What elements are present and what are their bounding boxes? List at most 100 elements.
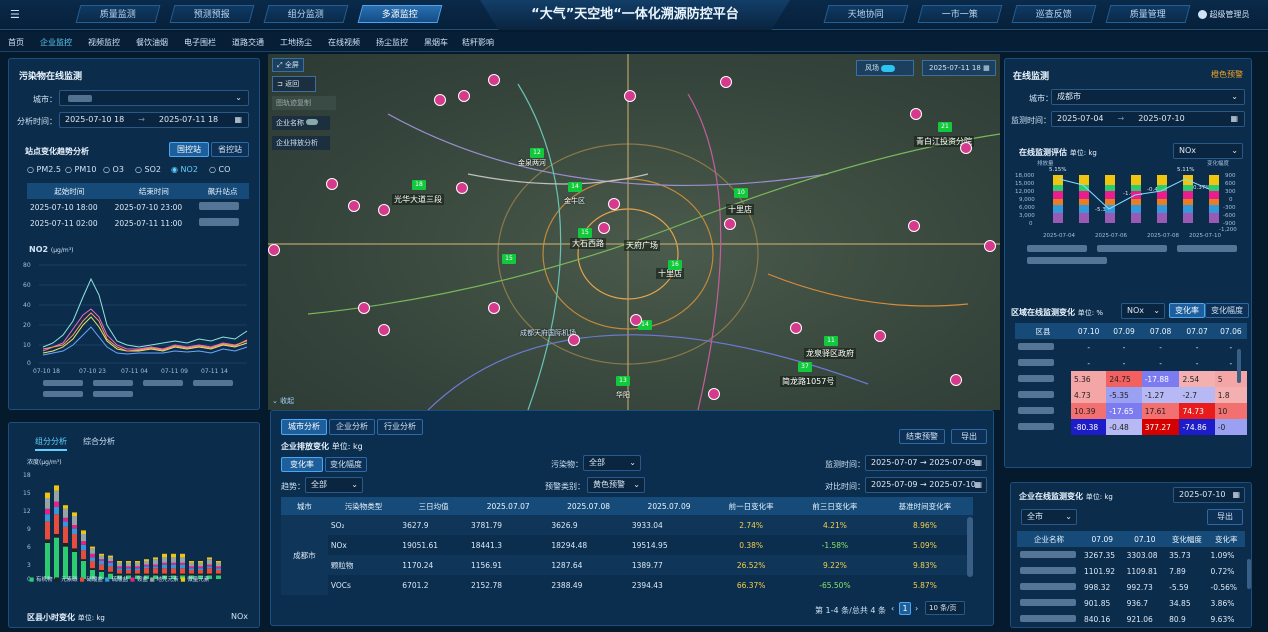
enterprise-date-picker[interactable]: 2025-07-10 ▦ <box>1173 487 1245 503</box>
right-city-select[interactable]: 成都市 ⌄ <box>1051 89 1245 105</box>
tab-province-station[interactable]: 省控站 <box>211 142 249 157</box>
region-tab-rate[interactable]: 变化率 <box>1169 303 1205 318</box>
enterprise-marker[interactable] <box>708 388 720 400</box>
enterprise-marker[interactable] <box>434 94 446 106</box>
tab-change-range[interactable]: 变化幅度 <box>325 457 367 472</box>
table-scrollbar[interactable] <box>967 517 973 577</box>
table-row[interactable]: 2025-07-11 02:00 2025-07-11 11:00 <box>27 215 249 231</box>
table-row[interactable]: ----- <box>1015 339 1247 355</box>
map-view[interactable]: ⤢ 全屏 ⊐ 返回 图轨迹复制 企业名称 企业排放分析 风场 2025-07-1… <box>268 54 1000 410</box>
wind-field-toggle[interactable]: 风场 <box>856 60 914 76</box>
station-badge[interactable]: 10 <box>734 188 748 198</box>
enterprise-marker[interactable] <box>724 218 736 230</box>
enterprise-marker[interactable] <box>458 90 470 102</box>
company-name-toggle[interactable]: 企业名称 <box>272 116 330 130</box>
tab-comprehensive-analysis[interactable]: 综合分析 <box>83 436 115 447</box>
tab-inspection[interactable]: 巡查反馈 <box>1011 5 1097 23</box>
enterprise-marker[interactable] <box>874 330 886 342</box>
table-row[interactable]: 2025-07-10 18:00 2025-07-10 23:00 <box>27 199 249 215</box>
table-row[interactable]: NOx 19051.61 18441.3 18294.48 19514.95 0.38%… <box>281 535 973 555</box>
nav-dust[interactable]: 扬尘监控 <box>376 37 408 48</box>
radio-so2[interactable]: ○ SO2 <box>135 165 161 174</box>
table-row[interactable]: 成都市 SO₂ 3627.9 3781.79 3626.9 3933.04 2.74% 4… <box>281 515 973 560</box>
table-row[interactable]: 3267.35 3303.08 35.73 1.09% <box>1017 547 1245 563</box>
table-row[interactable]: 998.32 992.73 -5.59 -0.56% <box>1017 579 1245 595</box>
nav-straw[interactable]: 秸秆影响 <box>462 37 494 48</box>
enterprise-scrollbar[interactable] <box>1247 559 1251 589</box>
pollutant-select[interactable]: 全部 ⌄ <box>583 455 641 471</box>
table-row[interactable]: 10.39 -17.65 17.61 74.73 10 <box>1015 403 1247 419</box>
tab-change-rate[interactable]: 变化率 <box>281 457 323 472</box>
user-menu[interactable]: 超级管理员 <box>1198 9 1250 20</box>
table-row[interactable]: VOCs 6701.2 2152.78 2388.49 2394.43 66.37% -6… <box>281 575 973 595</box>
compare-time-range[interactable]: 2025-07-09 → 2025-07-10 ▦ <box>865 477 987 493</box>
enterprise-marker[interactable] <box>326 178 338 190</box>
page-1[interactable]: 1 <box>899 602 911 615</box>
tab-enterprise-analysis[interactable]: 企业分析 <box>329 419 375 435</box>
prev-page-icon[interactable]: ‹ <box>891 604 894 613</box>
nav-video[interactable]: 视频监控 <box>88 37 120 48</box>
radio-pm25[interactable]: ○ PM2.5 <box>27 165 61 174</box>
region-scrollbar[interactable] <box>1237 349 1241 383</box>
table-row[interactable]: 840.16 921.06 80.9 9.63% <box>1017 611 1245 627</box>
city-select[interactable]: ⌄ <box>59 90 249 106</box>
enterprise-marker[interactable] <box>598 222 610 234</box>
eval-pollutant-select[interactable]: NOx ⌄ <box>1173 143 1243 159</box>
station-badge[interactable]: 14 <box>568 182 582 192</box>
station-badge[interactable]: 12 <box>530 148 544 158</box>
enterprise-marker[interactable] <box>950 374 962 386</box>
nav-construction[interactable]: 工地扬尘 <box>280 37 312 48</box>
tab-industry-analysis[interactable]: 行业分析 <box>377 419 423 435</box>
monitor-time-range[interactable]: 2025-07-07 → 2025-07-09 ▦ <box>865 455 987 471</box>
trend-select[interactable]: 全部 ⌄ <box>305 477 363 493</box>
tab-component-analysis[interactable]: 组分分析 <box>35 436 67 451</box>
station-badge[interactable]: 18 <box>412 180 426 190</box>
enterprise-marker[interactable] <box>624 90 636 102</box>
enterprise-marker[interactable] <box>568 334 580 346</box>
nav-black-smoke[interactable]: 黑烟车 <box>424 37 448 48</box>
table-row[interactable]: 901.85 936.7 34.85 3.86% <box>1017 595 1245 611</box>
radio-o3[interactable]: ○ O3 <box>103 165 124 174</box>
tab-forecast[interactable]: 预测预报 <box>169 5 255 23</box>
company-emission-button[interactable]: 企业排放分析 <box>272 136 330 150</box>
tab-one-city[interactable]: 一市一策 <box>917 5 1003 23</box>
station-badge[interactable]: 21 <box>938 122 952 132</box>
station-badge[interactable]: 37 <box>798 362 812 372</box>
radio-pm10[interactable]: ○ PM10 <box>65 165 96 174</box>
menu-icon[interactable]: ☰ <box>10 8 20 21</box>
trajectory-button[interactable]: 图轨迹复制 <box>272 96 336 110</box>
nav-catering[interactable]: 餐饮油烟 <box>136 37 168 48</box>
scope-select[interactable]: 全市 ⌄ <box>1021 509 1077 525</box>
table-row[interactable]: -80.38 -0.48 377.27 -74.86 -0 <box>1015 419 1247 435</box>
enterprise-marker[interactable] <box>910 108 922 120</box>
tab-sky-ground[interactable]: 天地协同 <box>823 5 909 23</box>
tab-national-station[interactable]: 国控站 <box>169 142 209 157</box>
page-size-select[interactable]: 10 条/页 <box>925 601 965 615</box>
station-badge[interactable]: 13 <box>616 376 630 386</box>
nav-home[interactable]: 首页 <box>8 37 24 48</box>
table-row[interactable]: 4.73 -5.35 -1.27 -2.7 1.8 <box>1015 387 1247 403</box>
enterprise-marker[interactable] <box>358 302 370 314</box>
tab-city-analysis[interactable]: 城市分析 <box>281 419 327 435</box>
enterprise-marker[interactable] <box>488 302 500 314</box>
export-button[interactable]: 导出 <box>951 429 987 444</box>
nav-enterprise[interactable]: 企业监控 <box>40 37 72 48</box>
enterprise-marker[interactable] <box>378 204 390 216</box>
collapse-button[interactable]: ⌄ 收起 <box>272 396 294 406</box>
enterprise-marker[interactable] <box>488 74 500 86</box>
region-pollutant-select[interactable]: NOx ⌄ <box>1121 303 1165 319</box>
enterprise-marker[interactable] <box>960 142 972 154</box>
enterprise-marker[interactable] <box>608 198 620 210</box>
enterprise-marker[interactable] <box>908 220 920 232</box>
tab-quality-mgmt[interactable]: 质量管理 <box>1105 5 1191 23</box>
tab-component[interactable]: 组分监测 <box>263 5 349 23</box>
table-row[interactable]: 颗粒物 1170.24 1156.91 1287.64 1389.77 26.52% 9.… <box>281 555 973 575</box>
radio-co[interactable]: ○ CO <box>209 165 230 174</box>
fullscreen-button[interactable]: ⤢ 全屏 <box>272 58 304 72</box>
tab-multisource[interactable]: 多源监控 <box>357 5 443 23</box>
table-row[interactable]: ----- <box>1015 355 1247 371</box>
time-range[interactable]: 2025-07-10 18 → 2025-07-11 18 ▦ <box>59 112 249 128</box>
district-pollutant[interactable]: NOx <box>231 612 248 621</box>
radio-no2[interactable]: ◉ NO2 <box>171 165 198 174</box>
back-button[interactable]: ⊐ 返回 <box>272 76 316 92</box>
